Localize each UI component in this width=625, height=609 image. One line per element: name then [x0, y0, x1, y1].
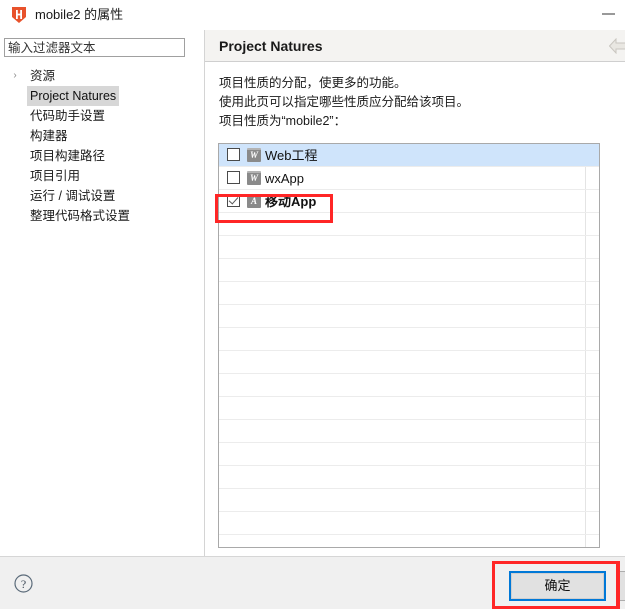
- page-title: Project Natures: [219, 38, 323, 54]
- checkbox-unchecked-icon[interactable]: [227, 171, 240, 184]
- window-title: mobile2 的属性: [35, 7, 124, 22]
- sidebar-item-project-natures[interactable]: Project Natures: [0, 86, 204, 106]
- project-natures-page: Project Natures 项目性质的分配，使更多的功能。 使用此页可以指定…: [205, 30, 625, 556]
- sidebar-item-project-references[interactable]: 项目引用: [0, 166, 204, 186]
- list-item-empty[interactable]: [219, 489, 599, 512]
- list-item-label: Web工程: [265, 148, 318, 163]
- sidebar-item-label: 项目引用: [30, 169, 81, 183]
- sidebar-item-label: Project Natures: [27, 86, 120, 106]
- list-item-empty[interactable]: [219, 512, 599, 535]
- filter-input[interactable]: [4, 38, 185, 57]
- list-item-label: 移动App: [265, 194, 317, 209]
- list-item-empty[interactable]: [219, 374, 599, 397]
- nature-icon: W: [247, 171, 261, 185]
- sidebar-item-builders[interactable]: 构建器: [0, 126, 204, 146]
- list-item-empty[interactable]: [219, 420, 599, 443]
- sidebar-item-resource[interactable]: › 资源: [0, 66, 204, 86]
- sidebar-item-label: 构建器: [30, 129, 68, 143]
- description-line-1: 项目性质的分配，使更多的功能。: [219, 76, 407, 90]
- description-line-3: 项目性质为“mobile2”：: [219, 114, 347, 128]
- sidebar-item-run-debug-settings[interactable]: 运行 / 调试设置: [0, 186, 204, 206]
- cancel-button-partial[interactable]: [616, 571, 625, 601]
- left-arrow-icon[interactable]: [608, 37, 625, 55]
- page-header: Project Natures: [205, 30, 625, 62]
- list-item-label: wxApp: [265, 171, 305, 186]
- checkbox-unchecked-icon[interactable]: [227, 148, 240, 161]
- list-item-empty[interactable]: [219, 397, 599, 420]
- sidebar-item-label: 资源: [30, 69, 56, 83]
- sidebar-item-label: 运行 / 调试设置: [30, 189, 116, 203]
- list-item-empty[interactable]: [219, 328, 599, 351]
- list-item-empty[interactable]: [219, 466, 599, 489]
- help-icon[interactable]: ?: [14, 574, 33, 593]
- list-item-empty[interactable]: [219, 351, 599, 374]
- ok-button[interactable]: 确定: [509, 571, 606, 601]
- description-line-2: 使用此页可以指定哪些性质应分配给该项目。: [219, 95, 470, 109]
- title-bar: mobile2 的属性: [0, 0, 625, 30]
- list-item-empty[interactable]: [219, 535, 599, 547]
- sidebar-item-build-path[interactable]: 项目构建路径: [0, 146, 204, 166]
- sidebar-item-label: 整理代码格式设置: [30, 209, 131, 223]
- sidebar-item-label: 代码助手设置: [30, 109, 106, 123]
- list-item[interactable]: W wxApp: [219, 167, 599, 190]
- list-item-empty[interactable]: [219, 443, 599, 466]
- properties-dialog: mobile2 的属性 › 资源 Project Natures 代码助手设置 …: [0, 0, 625, 609]
- nature-icon: A: [247, 194, 261, 208]
- sidebar-item-label: 项目构建路径: [30, 149, 106, 163]
- list-item[interactable]: A 移动App: [219, 190, 599, 213]
- checkbox-checked-icon[interactable]: [227, 194, 240, 207]
- list-item[interactable]: W Web工程: [219, 144, 599, 167]
- list-item-empty[interactable]: [219, 213, 599, 236]
- settings-sidebar: › 资源 Project Natures 代码助手设置 构建器 项目构建路径 项…: [0, 30, 204, 556]
- sidebar-item-code-assist[interactable]: 代码助手设置: [0, 106, 204, 126]
- list-item-empty[interactable]: [219, 236, 599, 259]
- page-description: 项目性质的分配，使更多的功能。 使用此页可以指定哪些性质应分配给该项目。 项目性…: [219, 74, 614, 131]
- list-item-empty[interactable]: [219, 305, 599, 328]
- settings-tree[interactable]: › 资源 Project Natures 代码助手设置 构建器 项目构建路径 项…: [0, 66, 204, 226]
- chevron-right-icon[interactable]: ›: [9, 66, 21, 86]
- svg-text:?: ?: [21, 577, 26, 591]
- sidebar-item-code-format-settings[interactable]: 整理代码格式设置: [0, 206, 204, 226]
- minimize-button[interactable]: [602, 13, 615, 15]
- hbuilder-app-icon: [10, 6, 28, 24]
- nature-icon: W: [247, 148, 261, 162]
- ok-button-label: 确定: [511, 573, 604, 599]
- list-item-empty[interactable]: [219, 259, 599, 282]
- natures-list[interactable]: W Web工程 W wxApp A 移动App: [218, 143, 600, 548]
- list-item-empty[interactable]: [219, 282, 599, 305]
